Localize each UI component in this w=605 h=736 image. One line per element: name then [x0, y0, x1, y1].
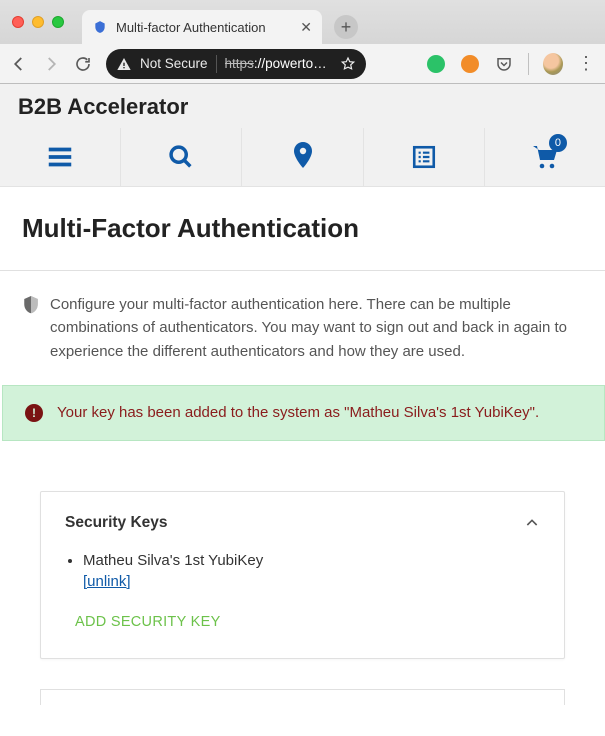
- search-icon: [167, 143, 195, 171]
- window-minimize-icon[interactable]: [32, 16, 44, 28]
- nav-locator-button[interactable]: [242, 128, 363, 186]
- new-tab-button[interactable]: +: [334, 15, 358, 39]
- tab-favicon-icon: [92, 19, 108, 35]
- forward-button[interactable]: [42, 55, 60, 73]
- tab-title: Multi-factor Authentication: [116, 20, 292, 35]
- not-secure-label: Not Secure: [140, 56, 208, 71]
- window-zoom-icon[interactable]: [52, 16, 64, 28]
- unlink-key-link[interactable]: [unlink]: [83, 573, 540, 590]
- divider: [0, 270, 605, 271]
- chevron-up-icon: [524, 515, 540, 531]
- page-title: Multi-Factor Authentication: [22, 213, 583, 244]
- insecure-warning-icon: [116, 56, 132, 72]
- nav-menu-button[interactable]: [0, 128, 121, 186]
- profile-avatar-icon[interactable]: [543, 54, 563, 74]
- extension-pocket-icon[interactable]: [494, 54, 514, 74]
- reload-button[interactable]: [74, 55, 92, 73]
- success-alert: ! Your key has been added to the system …: [2, 385, 605, 441]
- shield-info-icon: [22, 295, 40, 363]
- browser-menu-icon[interactable]: ⋮: [577, 53, 595, 74]
- url-text: https://powertools.l...: [225, 56, 332, 71]
- next-card-peek: [40, 689, 565, 705]
- add-security-key-button[interactable]: ADD SECURITY KEY: [65, 614, 540, 630]
- map-pin-icon: [291, 142, 315, 172]
- urlbar-divider: [216, 55, 217, 73]
- extension-cookie-icon[interactable]: [460, 54, 480, 74]
- security-keys-header: Security Keys: [65, 514, 168, 532]
- security-key-name: Matheu Silva's 1st YubiKey: [83, 552, 263, 569]
- nav-search-button[interactable]: [121, 128, 242, 186]
- security-keys-card: Security Keys Matheu Silva's 1st YubiKey…: [40, 491, 565, 659]
- browser-tab[interactable]: Multi-factor Authentication ✕: [82, 10, 322, 44]
- collapse-toggle[interactable]: [524, 515, 540, 531]
- list-document-icon: [411, 144, 437, 170]
- nav-cart-button[interactable]: 0: [485, 128, 605, 186]
- brand-title: B2B Accelerator: [0, 84, 605, 128]
- security-key-item: Matheu Silva's 1st YubiKey [unlink]: [83, 552, 540, 590]
- nav-orders-button[interactable]: [364, 128, 485, 186]
- bookmark-star-icon[interactable]: [340, 56, 356, 72]
- toolbar-divider: [528, 53, 529, 75]
- window-close-icon[interactable]: [12, 16, 24, 28]
- alert-error-icon: !: [25, 404, 43, 422]
- hamburger-icon: [45, 142, 75, 172]
- tab-close-icon[interactable]: ✕: [300, 19, 312, 36]
- intro-text: Configure your multi-factor authenticati…: [50, 293, 583, 363]
- url-bar[interactable]: Not Secure https://powertools.l...: [106, 49, 366, 79]
- back-button[interactable]: [10, 55, 28, 73]
- alert-message: Your key has been added to the system as…: [57, 404, 539, 421]
- extension-grammarly-icon[interactable]: [426, 54, 446, 74]
- cart-count-badge: 0: [549, 134, 567, 152]
- window-controls: [12, 16, 64, 28]
